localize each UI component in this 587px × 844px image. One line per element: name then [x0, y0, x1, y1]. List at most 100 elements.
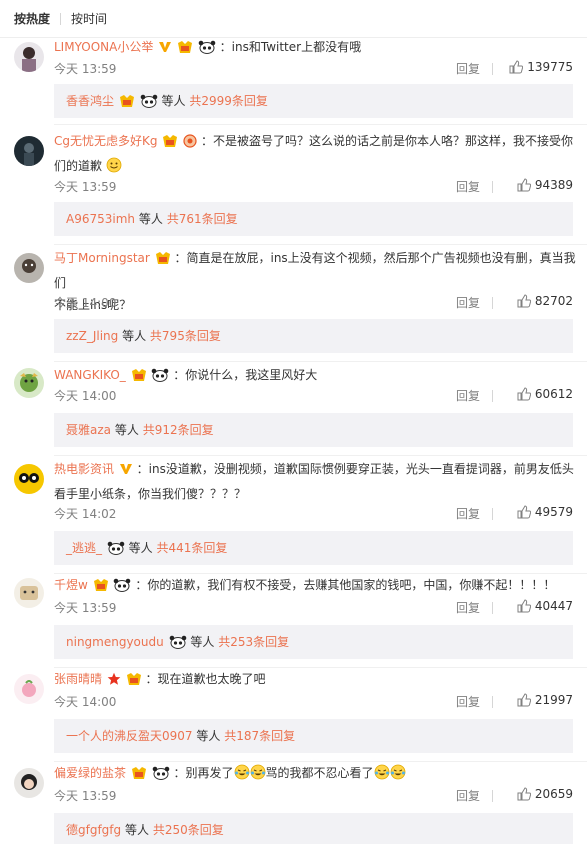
sort-bar: 按热度 按时间: [0, 0, 587, 38]
like-button[interactable]: 139775: [509, 60, 573, 74]
username-link[interactable]: 热电影资讯: [54, 462, 114, 476]
like-thumb-icon: [517, 693, 531, 707]
avatar[interactable]: [14, 768, 44, 798]
laugh-cry-emoji-icon: [374, 764, 390, 787]
reply-button[interactable]: 回复: [456, 60, 480, 77]
comment-time: 今天 14:02: [54, 507, 117, 521]
sort-by-time-tab[interactable]: 按时间: [71, 10, 107, 27]
like-count: 139775: [527, 60, 573, 74]
sub-reply-people: 等人: [122, 329, 147, 343]
comment-time: 今天 13:59: [54, 601, 117, 615]
avatar[interactable]: [14, 253, 44, 283]
reply-button[interactable]: 回复: [456, 787, 480, 804]
fan-badge-icon: [126, 671, 142, 693]
sub-reply-more-link[interactable]: 共795条回复: [150, 329, 221, 343]
sub-reply-user[interactable]: _逃逃_: [66, 541, 102, 555]
fan-badge-icon: [93, 577, 109, 599]
comment-text: ：你说什么，我这里风好大: [173, 368, 318, 382]
reply-button[interactable]: 回复: [456, 505, 480, 522]
comment-text-b: 骂的我都不忍心看了: [265, 766, 374, 780]
fan-badge-icon: [155, 250, 171, 272]
divider: [54, 124, 587, 125]
sort-by-hot-tab[interactable]: 按热度: [14, 10, 50, 27]
comment-item: LIMYOONA小公举 ：ins和Twitter上都没有哦 今天 13:59 回…: [0, 38, 587, 125]
sub-reply-people: 等人: [128, 541, 153, 555]
sub-reply-more-link[interactable]: 共912条回复: [143, 423, 214, 437]
sub-reply-box[interactable]: A96753imh 等人 共761条回复: [54, 202, 573, 236]
sub-reply-box[interactable]: 德gfgfgfg 等人 共250条回复: [54, 813, 573, 844]
username-link[interactable]: 偏爱绿的盐茶: [54, 766, 126, 780]
like-count: 60612: [534, 387, 573, 401]
reply-button[interactable]: 回复: [456, 387, 480, 404]
comment-text: ：ins和Twitter上都没有哦: [219, 40, 362, 54]
reply-button[interactable]: 回复: [456, 693, 480, 710]
sub-reply-user[interactable]: ningmengyoudu: [66, 635, 164, 649]
fan-badge-icon: [177, 39, 193, 61]
like-thumb-icon: [517, 387, 531, 401]
comment-time: 今天 14:00: [54, 695, 117, 709]
sub-reply-user[interactable]: zzZ_Jling: [66, 329, 118, 343]
like-thumb-icon: [517, 294, 531, 308]
meta-separator: [492, 181, 493, 193]
comment-item: Cg无忧无虑多好Kg ：不是被盗号了吗？这么说的话之前是你本人咯？那这样，我不接…: [0, 128, 587, 245]
sub-reply-user[interactable]: 聂雅aza: [66, 423, 111, 437]
meta-separator: [492, 790, 493, 802]
like-button[interactable]: 82702: [517, 294, 573, 308]
panda-emoji-icon: [152, 765, 170, 787]
like-button[interactable]: 94389: [517, 178, 573, 192]
laugh-cry-emoji-icon: [234, 764, 250, 787]
sub-reply-more-link[interactable]: 共187条回复: [224, 729, 295, 743]
like-button[interactable]: 40447: [517, 599, 573, 613]
comment-text: ：你的道歉，我们有权不接受，去赚其他国家的钱吧，中国，你赚不起！！！！: [135, 578, 556, 592]
sub-reply-people: 等人: [114, 423, 139, 437]
avatar[interactable]: [14, 42, 44, 72]
sub-reply-people: 等人: [190, 635, 215, 649]
vip-v-icon: [158, 39, 172, 61]
comment-item: WANGKIKO_ ：你说什么，我这里风好大 今天 14:00 回复 60612…: [0, 362, 587, 456]
avatar[interactable]: [14, 136, 44, 166]
reply-button[interactable]: 回复: [456, 294, 480, 311]
like-button[interactable]: 20659: [517, 787, 573, 801]
like-button[interactable]: 21997: [517, 693, 573, 707]
sub-reply-more-link[interactable]: 共761条回复: [167, 212, 238, 226]
sub-reply-more-link[interactable]: 共250条回复: [153, 823, 224, 837]
sub-reply-box[interactable]: 一个人的沸反盈天0907 等人 共187条回复: [54, 719, 573, 753]
like-button[interactable]: 60612: [517, 387, 573, 401]
sub-reply-user[interactable]: 德gfgfgfg: [66, 823, 121, 837]
sub-reply-people: 等人: [196, 729, 221, 743]
like-button[interactable]: 49579: [517, 505, 573, 519]
username-link[interactable]: 马丁Morningstar: [54, 251, 150, 265]
sub-reply-more-link[interactable]: 共253条回复: [218, 635, 289, 649]
avatar[interactable]: [14, 578, 44, 608]
fan-badge-icon: [131, 367, 147, 389]
sub-reply-box[interactable]: 香香鸿尘 等人 共2999条回复: [54, 84, 573, 118]
sub-reply-box[interactable]: 聂雅aza 等人 共912条回复: [54, 413, 573, 447]
sub-reply-more-link[interactable]: 共441条回复: [157, 541, 228, 555]
meta-separator: [492, 696, 493, 708]
reply-button[interactable]: 回复: [456, 178, 480, 195]
reply-button[interactable]: 回复: [456, 599, 480, 616]
like-count: 94389: [534, 178, 573, 192]
avatar[interactable]: [14, 674, 44, 704]
sub-reply-user[interactable]: A96753imh: [66, 212, 135, 226]
username-link[interactable]: LIMYOONA小公举: [54, 40, 153, 54]
username-link[interactable]: WANGKIKO_: [54, 368, 126, 382]
sub-reply-user[interactable]: 香香鸿尘: [66, 94, 114, 108]
avatar[interactable]: [14, 464, 44, 494]
sub-reply-people: 等人: [138, 212, 163, 226]
sub-reply-box[interactable]: zzZ_Jling 等人 共795条回复: [54, 319, 573, 353]
panda-emoji-icon: [107, 534, 125, 568]
username-link[interactable]: Cg无忧无虑多好Kg: [54, 134, 157, 148]
avatar[interactable]: [14, 368, 44, 398]
comment-time: 今天 13:59: [54, 789, 117, 803]
sub-reply-box[interactable]: ningmengyoudu 等人 共253条回复: [54, 625, 573, 659]
comment-item: 千煜w ：你的道歉，我们有权不接受，去赚其他国家的钱吧，中国，你赚不起！！！！ …: [0, 574, 587, 668]
sub-reply-more-link[interactable]: 共2999条回复: [189, 94, 268, 108]
comment-item: 热电影资讯 ：ins没道歉，没删视频，道歉国际惯例要穿正装，光头一直看提词器，前…: [0, 456, 587, 574]
like-count: 20659: [534, 787, 573, 801]
username-link[interactable]: 张雨晴晴: [54, 672, 102, 686]
meta-separator: [492, 508, 493, 520]
sub-reply-user[interactable]: 一个人的沸反盈天0907: [66, 729, 193, 743]
sub-reply-box[interactable]: _逃逃_ 等人 共441条回复: [54, 531, 573, 565]
username-link[interactable]: 千煜w: [54, 578, 88, 592]
